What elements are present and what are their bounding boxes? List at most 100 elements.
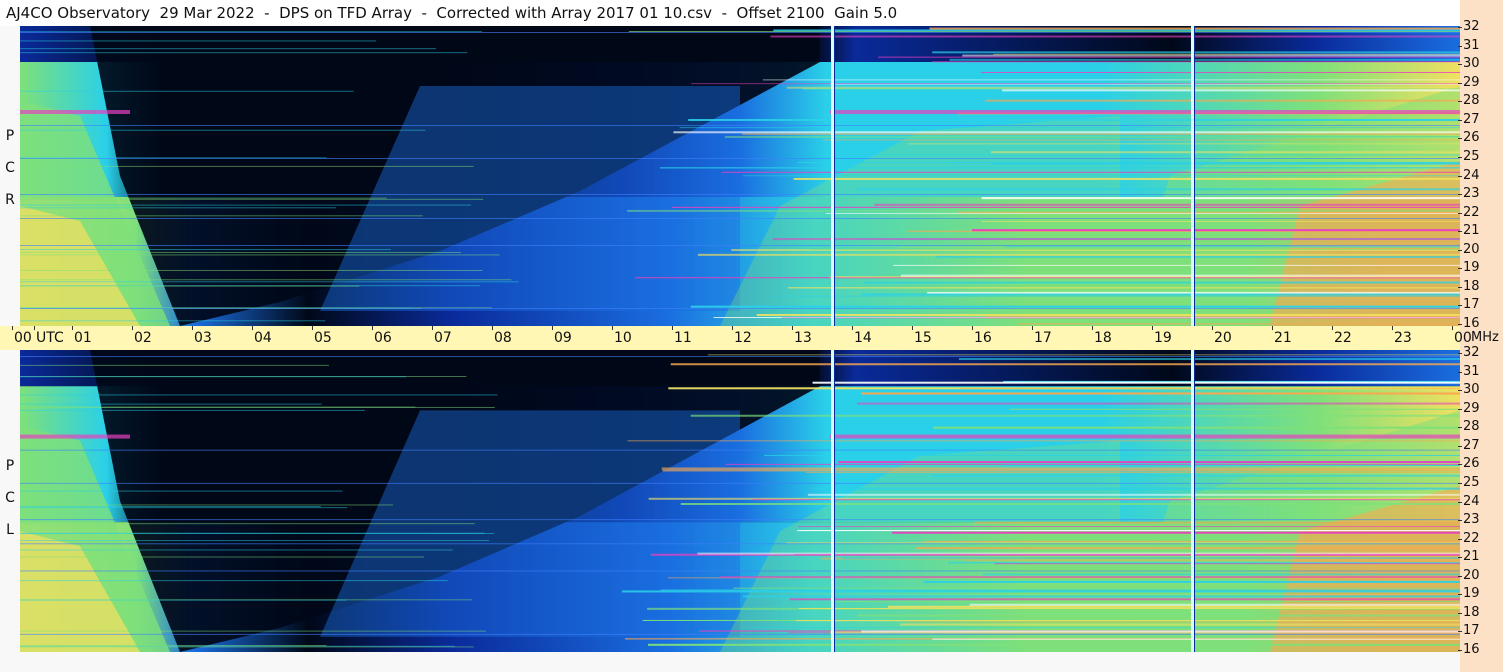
- lcp-channel-line: [20, 482, 1460, 484]
- rcp-vertical-marker: [831, 26, 834, 326]
- utc-hour-tick: 14: [852, 326, 872, 350]
- lcp-vertical-marker-edge: [1194, 350, 1195, 652]
- rcp-interference-line: [20, 204, 471, 206]
- lcp-interference-line: [960, 388, 1460, 390]
- lcp-interference-line: [20, 556, 424, 558]
- lcp-interference-line: [719, 576, 1460, 579]
- lcp-interference-line: [20, 490, 343, 492]
- lcp-interference-line: [964, 559, 1460, 561]
- lcp-mhz-tick: 16: [1458, 642, 1480, 657]
- lcp-interference-line: [20, 630, 486, 632]
- lcp-interference-line: [20, 644, 327, 646]
- rcp-interference-line: [811, 249, 1460, 251]
- rcp-interference-line: [691, 83, 1460, 85]
- lcp-interference-line: [690, 414, 1460, 417]
- lcp-interference-line: [670, 363, 1460, 366]
- lcp-interference-line: [807, 493, 1460, 496]
- lcp-interference-line: [841, 556, 1460, 559]
- rcp-interference-line: [1002, 89, 1460, 92]
- utc-hour-tick: 15: [912, 326, 932, 350]
- lcp-interference-line: [969, 603, 1460, 606]
- lcp-interference-line: [789, 598, 1460, 601]
- lcp-interference-line: [888, 605, 1460, 608]
- lcp-interference-line: [933, 426, 1460, 429]
- lcp-mhz-tick: 22: [1458, 530, 1480, 546]
- rcp-interference-line: [756, 313, 1460, 316]
- lcp-interference-line: [1003, 464, 1460, 466]
- utc-time-axis: 00 UTC 01 02 03 04 05 06 07 08 09 10 11 12 13 14 15 16 17 1…: [0, 326, 1472, 350]
- lcp-interference-line: [891, 531, 1460, 534]
- rcp-interference-line: [900, 274, 1460, 277]
- lcp-letter-l: L: [6, 522, 14, 538]
- rcp-interference-line: [20, 40, 376, 42]
- lcp-mhz-tick: 26: [1458, 456, 1480, 472]
- lcp-interference-line: [20, 403, 322, 405]
- rcp-interference-line: [20, 165, 474, 167]
- rcp-channel-line: [20, 194, 1460, 195]
- rcp-channel-line: [20, 32, 1460, 33]
- lcp-interference-line: [857, 614, 1460, 617]
- lcp-interference-line: [20, 540, 489, 542]
- lcp-interference-line: [974, 521, 1460, 524]
- spectrogram-title: AJ4CO Observatory 29 Mar 2022 - DPS on T…: [0, 0, 1460, 26]
- lcp-interference-line: [794, 554, 1460, 556]
- lcp-interference-line: [20, 523, 475, 525]
- rcp-interference-line: [856, 154, 1460, 156]
- rcp-interference-line: [20, 207, 337, 209]
- rcp-interference-line: [20, 320, 326, 322]
- rcp-interference-line: [688, 118, 1460, 121]
- rcp-interference-line: [993, 53, 1460, 55]
- utc-hour-tick: 01: [72, 326, 92, 350]
- rcp-interference-line: [781, 317, 1460, 319]
- rcp-interference-line: [932, 61, 1460, 63]
- rcp-interference-line: [874, 203, 1460, 206]
- rcp-interference-line: [825, 212, 1460, 214]
- lcp-interference-line: [795, 620, 1460, 622]
- utc-hour-tick: 21: [1272, 326, 1292, 350]
- rcp-interference-line: [20, 90, 354, 92]
- rcp-interference-line: [20, 254, 500, 256]
- rcp-band-27mhz: [830, 110, 1460, 114]
- lcp-channel-line: [20, 543, 1460, 545]
- utc-hour-tick: 08: [492, 326, 512, 350]
- lcp-interference-line: [733, 587, 1460, 589]
- rcp-channel-line: [20, 158, 1460, 159]
- rcp-mhz-tick: 29: [1458, 74, 1480, 90]
- rcp-interference-line: [20, 129, 426, 131]
- utc-hour-tick: 02: [132, 326, 152, 350]
- utc-hour-tick: 23: [1392, 326, 1412, 350]
- rcp-interference-line: [671, 206, 1460, 208]
- rcp-interference-line: [861, 293, 1460, 296]
- utc-label: UTC: [34, 326, 64, 350]
- rcp-mhz-tick: 21: [1458, 223, 1480, 239]
- lcp-interference-line: [20, 406, 495, 408]
- lcp-mhz-tick: 27: [1458, 437, 1480, 453]
- lcp-interference-line: [982, 573, 1460, 576]
- lcp-interference-line: [763, 454, 1460, 456]
- rcp-letter-r: R: [5, 192, 15, 208]
- rcp-band-27mhz-left: [20, 110, 130, 114]
- rcp-interference-line: [962, 54, 1460, 57]
- rcp-interference-line: [949, 58, 1460, 61]
- rcp-interference-line: [679, 127, 1460, 129]
- lcp-channel-line: [20, 519, 1460, 521]
- lcp-interference-line: [627, 440, 1460, 442]
- rcp-interference-line: [690, 305, 1460, 308]
- lcp-interference-line: [20, 376, 407, 378]
- lcp-interference-line: [861, 392, 1460, 395]
- lcp-interference-line: [648, 643, 1460, 646]
- rcp-interference-line: [627, 209, 1460, 212]
- utc-hour-tick: 22: [1332, 326, 1352, 350]
- rcp-interference-line: [954, 164, 1460, 166]
- lcp-interference-line: [660, 589, 1460, 591]
- lcp-interference-line: [838, 461, 1460, 464]
- utc-hour-tick: 09: [552, 326, 572, 350]
- rcp-interference-line: [697, 253, 1460, 256]
- lcp-interference-line: [680, 502, 1460, 505]
- rcp-interference-line: [20, 48, 436, 50]
- lcp-mhz-tick: 19: [1458, 586, 1480, 602]
- lcp-interference-line: [958, 358, 1460, 361]
- rcp-interference-line: [935, 255, 1460, 258]
- rcp-mhz-tick: 24: [1458, 167, 1480, 183]
- lcp-letter-p: P: [5, 458, 15, 474]
